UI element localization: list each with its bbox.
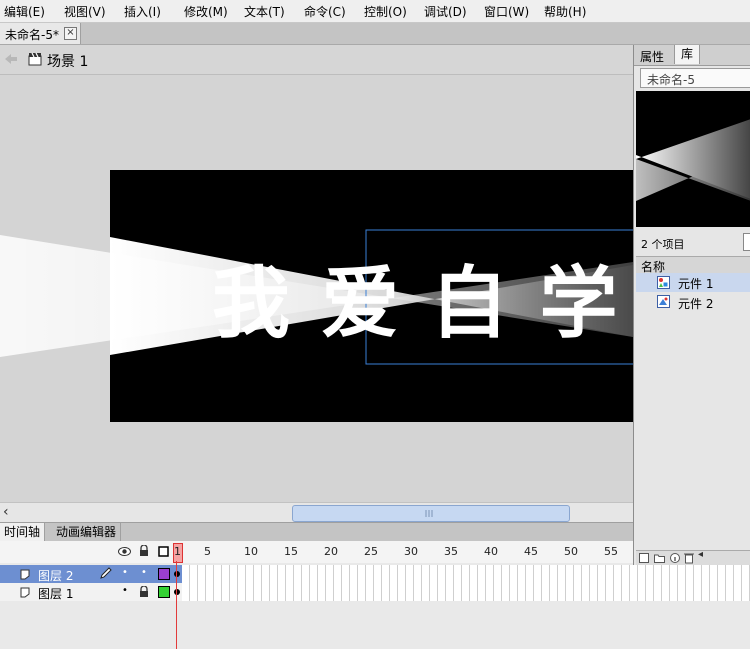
eye-icon[interactable] [118,547,131,556]
lock-icon[interactable] [139,545,149,557]
menu-insert[interactable]: 插入(I) [124,3,161,20]
frame-number: 55 [604,545,618,558]
frame-number: 40 [484,545,498,558]
lock-icon[interactable] [139,586,149,598]
menu-view[interactable]: 视图(V) [64,3,106,20]
menu-commands[interactable]: 命令(C) [304,3,346,20]
menu-help[interactable]: 帮助(H) [544,3,586,20]
library-item[interactable]: 元件 1 [636,273,750,292]
new-symbol-icon[interactable] [639,553,649,563]
search-button[interactable] [743,233,750,251]
frame-cells[interactable] [182,583,750,601]
scroll-left-icon[interactable]: ‹ [3,504,9,520]
visibility-dot[interactable]: • [122,585,128,596]
tab-library[interactable]: 库 [674,45,701,64]
layer-row[interactable]: 图层 2 • • [0,565,750,583]
back-arrow-icon[interactable] [4,53,18,65]
menu-bar: 编辑(E) 视图(V) 插入(I) 修改(M) 文本(T) 命令(C) 控制(O… [0,0,750,23]
library-item-label: 元件 2 [678,297,714,311]
library-item[interactable]: 元件 2 [636,293,750,311]
new-folder-icon[interactable] [654,553,665,563]
clapperboard-icon [28,52,42,66]
lock-dot[interactable]: • [141,567,147,578]
frame-number: 20 [324,545,338,558]
scene-bar: 场景 1 [0,45,633,75]
library-item-count: 2 个项目 [641,238,685,251]
close-icon[interactable]: × [64,27,77,40]
menu-text[interactable]: 文本(T) [244,3,285,20]
frame-number: 35 [444,545,458,558]
layer-icon [20,569,30,580]
pencil-icon [100,567,112,579]
playhead-line [176,561,177,649]
frame-number: 30 [404,545,418,558]
frame-cells[interactable] [182,565,750,583]
menu-modify[interactable]: 修改(M) [184,3,228,20]
tab-motion-editor[interactable]: 动画编辑器 [52,523,122,541]
library-item-label: 元件 1 [678,277,714,291]
layer-color-swatch[interactable] [158,568,170,580]
library-panel: 属性 库 未命名-5 2 个项目 名称 元件 1 元件 2 ◂ [633,45,750,565]
info-icon[interactable] [670,553,680,563]
outline-icon[interactable] [158,546,169,557]
library-dropdown-value: 未命名-5 [647,73,695,87]
panel-tab-bar: 属性 库 [634,45,750,66]
grip-icon [425,510,433,517]
frame-number: 45 [524,545,538,558]
scrollbar-thumb[interactable] [292,505,570,522]
timeline-tabs: 时间轴 动画编辑器 [0,522,633,542]
frame-number: 25 [364,545,378,558]
keyframe-dot[interactable] [174,571,180,577]
document-tab-title: 未命名-5* [5,28,59,42]
trash-icon[interactable] [684,552,694,564]
frame-number: 50 [564,545,578,558]
frame-number: 1 [174,545,181,558]
document-tab-bar: 未命名-5* × [0,23,750,45]
frame-number: 15 [284,545,298,558]
menu-debug[interactable]: 调试(D) [424,3,467,20]
frame-number: 10 [244,545,258,558]
menu-window[interactable]: 窗口(W) [484,3,529,20]
keyframe-dot[interactable] [174,589,180,595]
horizontal-scrollbar[interactable]: ‹ [0,502,633,523]
stage-area[interactable]: 我 爱 自 学 [0,75,633,502]
stage-text: 我 爱 自 学 [212,259,620,349]
library-dropdown[interactable]: 未命名-5 [640,68,750,88]
scroll-left-icon[interactable]: ◂ [698,549,703,560]
layer-name[interactable]: 图层 2 [38,567,73,584]
layer-row[interactable]: 图层 1 • [0,583,750,601]
library-footer-toolbar: ◂ [636,549,750,565]
graphic-symbol-icon [657,295,670,308]
menu-edit[interactable]: 编辑(E) [4,3,45,20]
menu-control[interactable]: 控制(O) [364,3,407,20]
library-preview [636,91,750,227]
scene-label[interactable]: 场景 1 [47,51,88,71]
frame-number: 5 [204,545,211,558]
movieclip-symbol-icon [657,276,670,289]
library-column-header[interactable]: 名称 [636,256,750,274]
layer-icon [20,587,30,598]
tab-timeline[interactable]: 时间轴 [0,523,46,541]
layer-name[interactable]: 图层 1 [38,585,73,602]
tab-properties[interactable]: 属性 [640,48,664,65]
visibility-dot[interactable]: • [122,567,128,578]
document-tab[interactable]: 未命名-5* × [0,23,81,44]
layer-color-swatch[interactable] [158,586,170,598]
